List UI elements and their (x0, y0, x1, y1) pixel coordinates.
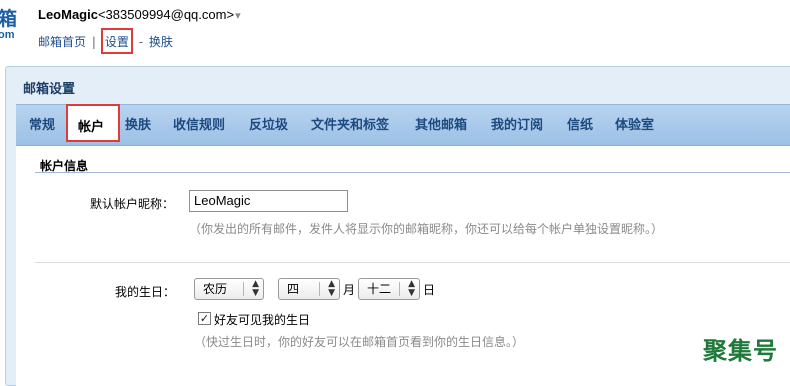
tab-general[interactable]: 常规 (29, 114, 55, 133)
user-email: <383509994@qq.com> (97, 7, 235, 22)
friends-visible-checkbox[interactable]: ✓ (198, 312, 211, 325)
user-account-line[interactable]: LeoMagic<383509994@qq.com>▾ (38, 7, 241, 22)
divider (35, 262, 790, 263)
change-skin-link[interactable]: 换肤 (149, 35, 173, 49)
tab-account[interactable]: 帐户 (66, 104, 120, 142)
tab-subscriptions[interactable]: 我的订阅 (491, 114, 543, 133)
birthday-hint: （快过生日时，你的好友可以在邮箱首页看到你的生日信息。） (194, 335, 525, 349)
page-title: 邮箱设置 (23, 82, 76, 97)
top-links: 邮箱首页 | 设置 - 换肤 (38, 28, 173, 54)
select-divider (319, 282, 320, 296)
watermark: 聚集号 (703, 337, 778, 365)
settings-link-highlight: 设置 (100, 28, 133, 54)
select-divider (399, 282, 400, 296)
nickname-hint: （你发出的所有邮件，发件人将显示你的邮箱昵称，你还可以给每个帐户单独设置昵称。） (189, 222, 664, 236)
link-separator: | (91, 35, 96, 49)
updown-icon: ▲ ▼ (328, 279, 335, 298)
tab-folders-labels[interactable]: 文件夹和标签 (311, 114, 389, 133)
day-unit: 日 (423, 283, 436, 297)
link-separator: - (138, 35, 144, 49)
logo-subtext: om (0, 29, 15, 41)
day-value: 十二 (367, 282, 392, 296)
user-name: LeoMagic (38, 7, 98, 22)
tab-account-label: 帐户 (78, 120, 105, 135)
nickname-input[interactable]: LeoMagic (189, 190, 348, 212)
tab-mail-rules[interactable]: 收信规则 (173, 114, 225, 133)
month-unit: 月 (343, 283, 356, 297)
chevron-down-icon[interactable]: ▾ (235, 10, 241, 22)
logo: 箱 (0, 8, 18, 30)
nickname-label: 默认帐户昵称： (90, 197, 175, 211)
tab-stationery[interactable]: 信纸 (567, 114, 593, 133)
mailbox-home-link[interactable]: 邮箱首页 (38, 35, 86, 49)
section-divider (35, 172, 790, 173)
calendar-type-value: 农历 (203, 282, 228, 296)
tab-skin[interactable]: 换肤 (125, 114, 151, 133)
updown-icon: ▲ ▼ (252, 279, 259, 298)
settings-content (16, 146, 790, 386)
month-select[interactable]: 四 ▲ ▼ (278, 278, 340, 300)
tab-labs[interactable]: 体验室 (615, 114, 654, 133)
updown-icon: ▲ ▼ (408, 279, 415, 298)
calendar-type-select[interactable]: 农历 ▲ ▼ (194, 278, 264, 300)
friends-visible-label: 好友可见我的生日 (214, 313, 311, 327)
top-header: 箱 om LeoMagic<383509994@qq.com>▾ 邮箱首页 | 设… (0, 0, 790, 62)
select-divider (243, 282, 244, 296)
settings-link[interactable]: 设置 (105, 35, 129, 49)
tab-other-mailboxes[interactable]: 其他邮箱 (415, 114, 467, 133)
birthday-label: 我的生日： (115, 285, 176, 299)
tab-anti-spam[interactable]: 反垃圾 (249, 114, 288, 133)
month-value: 四 (287, 282, 300, 296)
day-select[interactable]: 十二 ▲ ▼ (358, 278, 420, 300)
